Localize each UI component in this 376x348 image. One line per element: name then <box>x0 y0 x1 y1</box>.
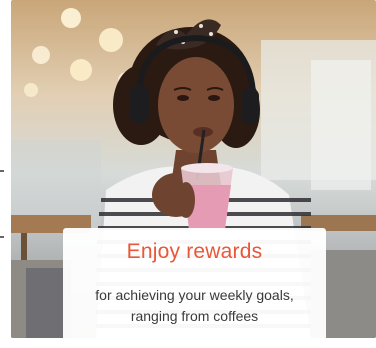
carousel-edge-mark-top <box>0 170 4 172</box>
rewards-card: Enjoy rewards for achieving your weekly … <box>63 228 326 348</box>
carousel-edge-mark-bottom <box>0 236 4 238</box>
card-description: for achieving your weekly goals, ranging… <box>95 287 294 324</box>
card-title: Enjoy rewards <box>126 240 263 263</box>
